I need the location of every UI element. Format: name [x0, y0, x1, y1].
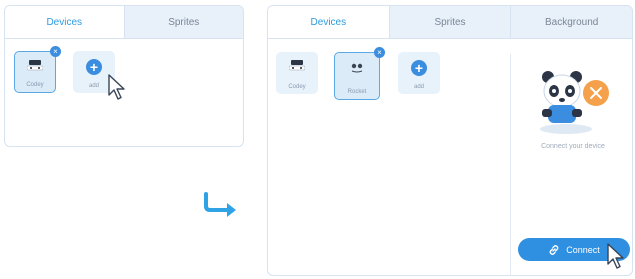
tab-devices[interactable]: Devices: [5, 6, 124, 38]
right-tab-bar: Devices Sprites Background: [268, 6, 632, 39]
device-tile-codey[interactable]: Codey: [276, 52, 318, 94]
tab-background[interactable]: Background: [510, 6, 632, 38]
connect-button-label: Connect: [566, 244, 600, 255]
rocket-robot-icon: [351, 63, 363, 73]
device-label: Codey: [288, 84, 306, 90]
right-device-panel: Devices Sprites Background: [267, 5, 633, 276]
remove-device-icon[interactable]: ×: [374, 47, 385, 58]
left-device-panel: Devices Sprites × Codey + add: [4, 5, 244, 147]
panda-connect-illustration-icon: [540, 71, 609, 134]
add-label: add: [413, 84, 424, 90]
device-tile-codey[interactable]: × Codey: [14, 46, 61, 93]
left-tab-bar: Devices Sprites: [5, 6, 243, 39]
add-device-tile[interactable]: + add: [398, 52, 440, 94]
plus-icon: +: [86, 59, 102, 75]
codey-robot-icon: [289, 60, 305, 71]
device-label: Codey: [26, 82, 44, 88]
add-label: add: [88, 83, 99, 89]
mouse-cursor-icon: [108, 74, 125, 100]
plus-icon: +: [411, 60, 427, 76]
transition-arrow-icon: [204, 192, 236, 217]
tab-devices[interactable]: Devices: [268, 6, 389, 38]
mouse-cursor-icon: [607, 243, 624, 269]
tab-sprites[interactable]: Sprites: [123, 6, 243, 38]
connect-device-caption: Connect your device: [541, 143, 605, 150]
panel-divider: [510, 54, 511, 276]
device-label: Rocket: [347, 89, 367, 95]
codey-robot-icon: [27, 60, 43, 71]
remove-device-icon[interactable]: ×: [50, 46, 61, 57]
link-icon: [549, 244, 559, 255]
tab-sprites[interactable]: Sprites: [388, 6, 511, 38]
device-tile-rocket[interactable]: × Rocket: [334, 47, 385, 100]
